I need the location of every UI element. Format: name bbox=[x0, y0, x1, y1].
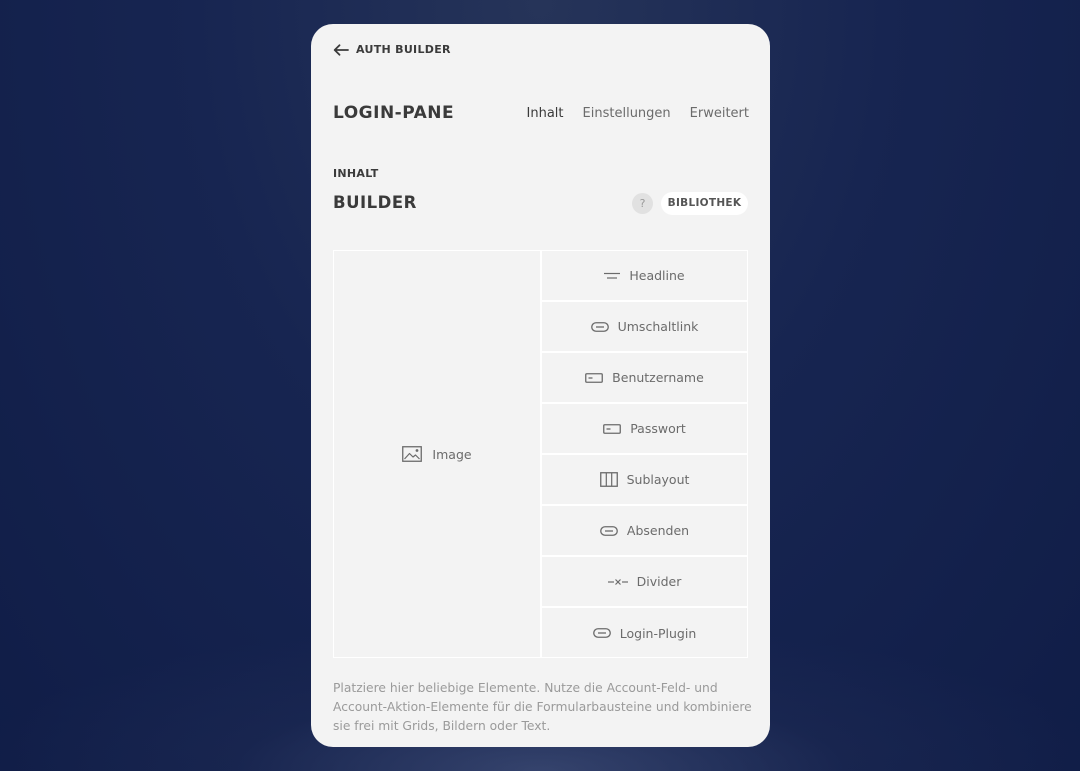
builder-title: BUILDER bbox=[333, 193, 417, 212]
section-label: INHALT bbox=[333, 167, 379, 180]
grid-cell-image-label: Image bbox=[432, 446, 472, 462]
help-text: Platziere hier beliebige Elemente. Nutze… bbox=[333, 681, 752, 733]
grid-row-absenden[interactable]: Absenden bbox=[542, 506, 747, 557]
input-field-icon bbox=[585, 372, 604, 383]
builder-grid: Image Headline Umschaltlink Benutzername… bbox=[333, 250, 748, 658]
grid-row-label: Absenden bbox=[626, 523, 690, 538]
tab-einstellungen[interactable]: Einstellungen bbox=[583, 106, 671, 121]
back-link-label: AUTH BUILDER bbox=[356, 43, 451, 56]
builder-panel: AUTH BUILDER LOGIN-PANE Inhalt Einstellu… bbox=[311, 24, 770, 747]
tab-bar: Inhalt Einstellungen Erweitert bbox=[527, 106, 749, 121]
divider-icon bbox=[607, 578, 628, 586]
button-icon bbox=[600, 525, 618, 536]
grid-row-login-plugin[interactable]: Login-Plugin bbox=[542, 608, 747, 658]
library-button[interactable]: BIBLIOTHEK bbox=[661, 192, 748, 215]
grid-element-list: Headline Umschaltlink Benutzername Passw… bbox=[542, 251, 747, 657]
grid-row-label: Login-Plugin bbox=[619, 625, 697, 641]
help-button[interactable]: ? bbox=[632, 193, 653, 214]
grid-row-label: Passwort bbox=[630, 421, 686, 436]
grid-row-label: Umschaltlink bbox=[617, 319, 699, 334]
headline-icon bbox=[604, 272, 621, 280]
input-field-icon bbox=[603, 423, 622, 434]
tab-erweitert[interactable]: Erweitert bbox=[690, 106, 749, 121]
tab-inhalt[interactable]: Inhalt bbox=[527, 106, 564, 121]
plugin-icon bbox=[592, 628, 611, 638]
grid-row-umschaltlink[interactable]: Umschaltlink bbox=[542, 302, 747, 353]
grid-row-label: Headline bbox=[629, 268, 685, 283]
back-link[interactable]: AUTH BUILDER bbox=[333, 43, 451, 56]
grid-row-label: Benutzername bbox=[612, 370, 704, 385]
grid-row-divider[interactable]: Divider bbox=[542, 557, 747, 608]
grid-row-passwort[interactable]: Passwort bbox=[542, 404, 747, 455]
grid-row-sublayout[interactable]: Sublayout bbox=[542, 455, 747, 506]
arrow-left-icon bbox=[333, 43, 349, 56]
grid-row-label: Sublayout bbox=[626, 472, 690, 487]
grid-row-headline[interactable]: Headline bbox=[542, 251, 747, 302]
columns-icon bbox=[599, 472, 618, 487]
link-icon bbox=[590, 321, 609, 332]
grid-row-benutzername[interactable]: Benutzername bbox=[542, 353, 747, 404]
grid-cell-image[interactable]: Image bbox=[334, 251, 542, 657]
image-icon bbox=[402, 446, 423, 462]
grid-row-label: Divider bbox=[636, 574, 682, 589]
page-title: LOGIN-PANE bbox=[333, 103, 455, 123]
